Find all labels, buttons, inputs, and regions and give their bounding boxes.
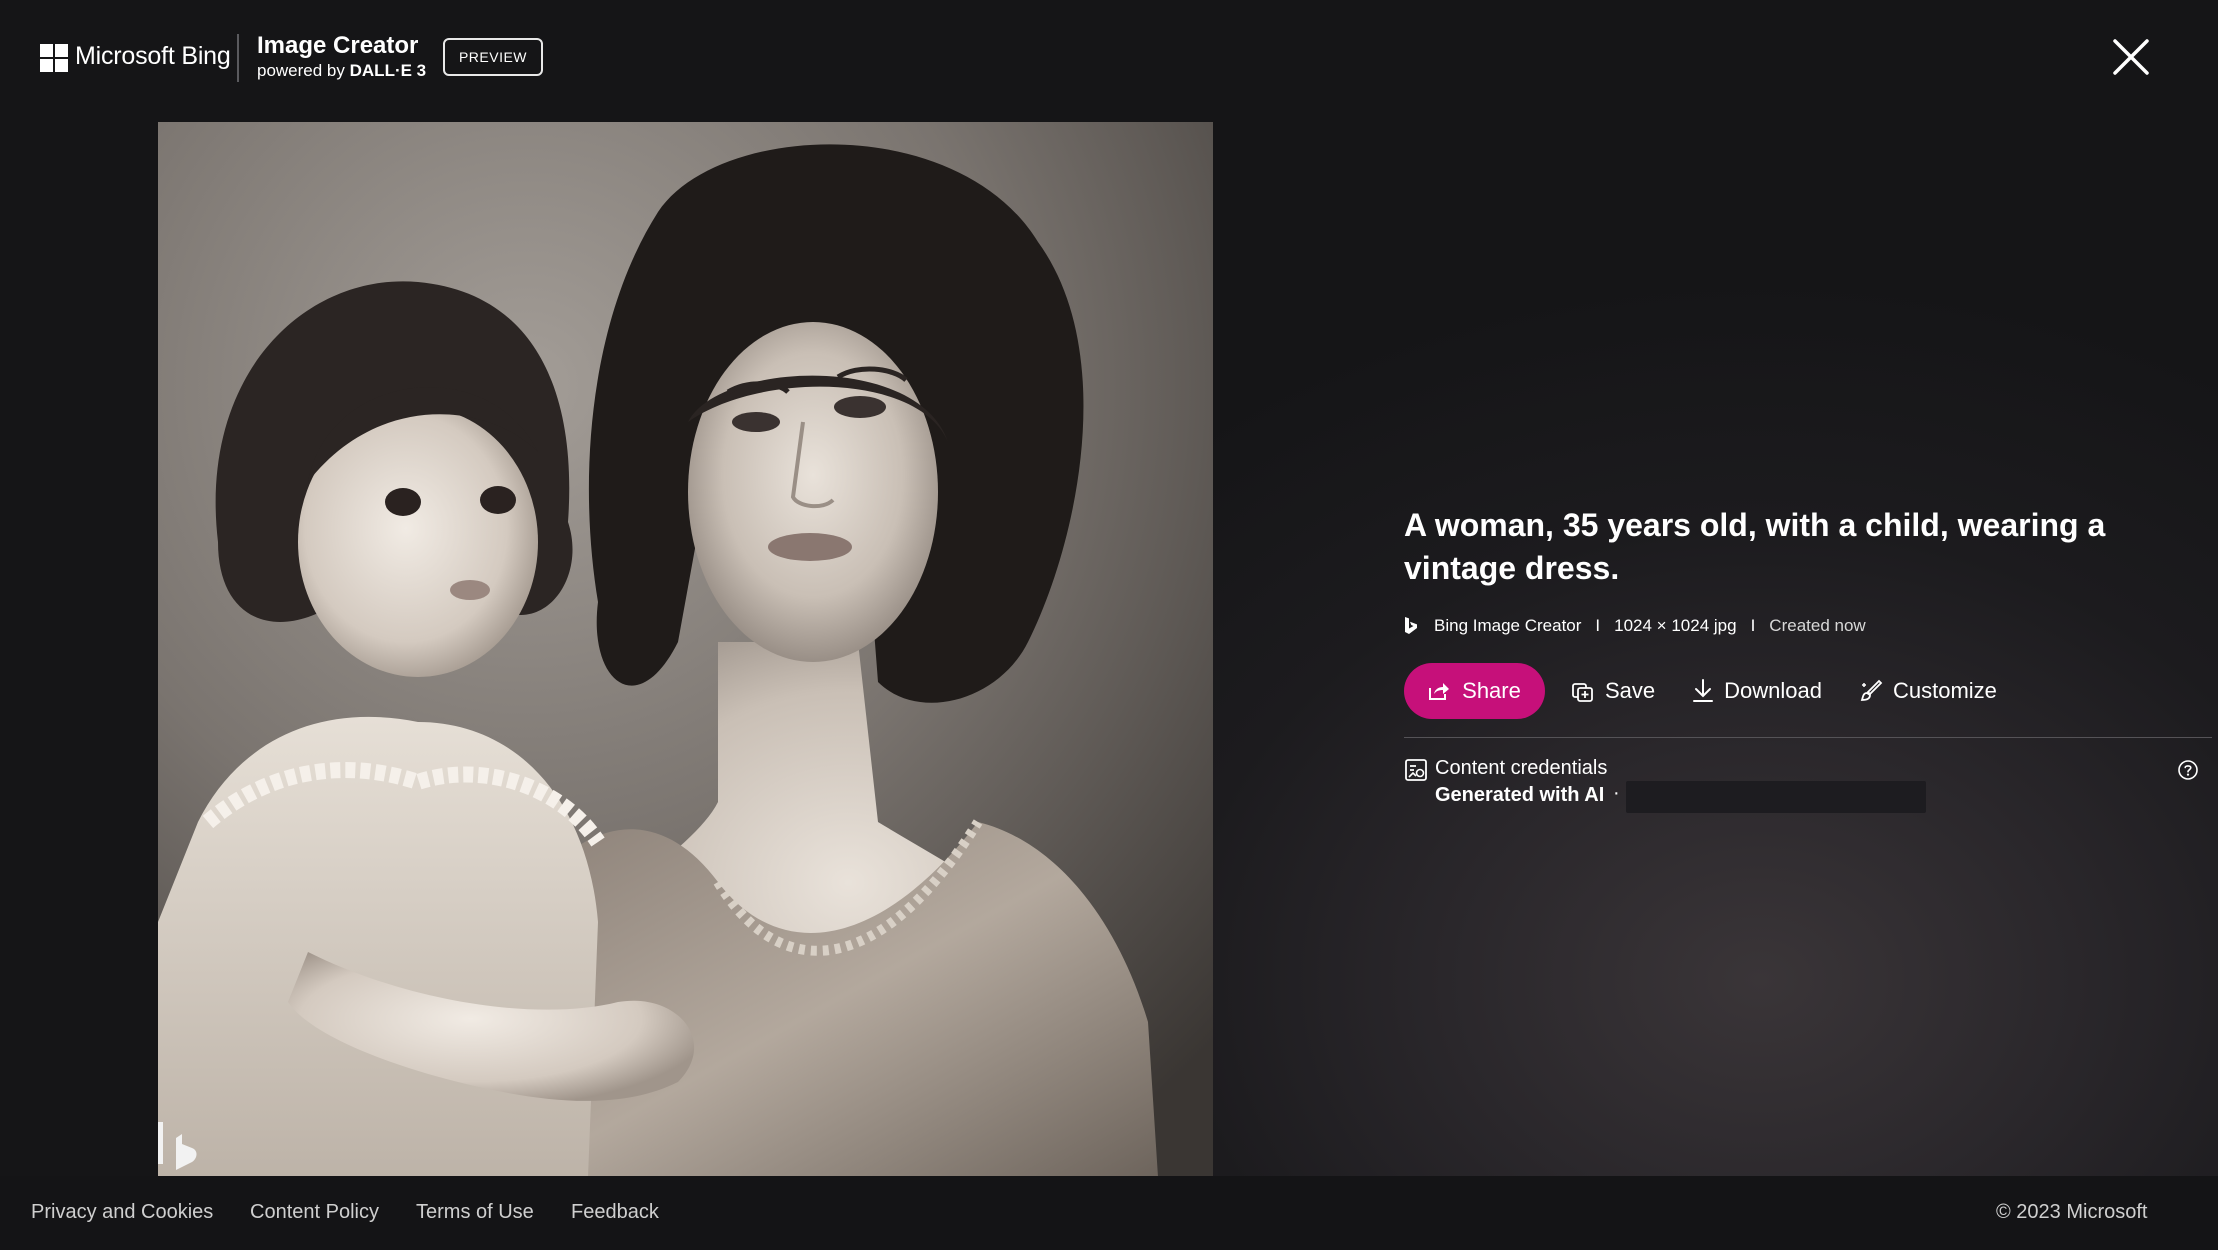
- product-title[interactable]: Image Creator: [257, 32, 418, 60]
- customize-label: Customize: [1893, 678, 1997, 703]
- content-credentials-redacted: [1626, 781, 1926, 813]
- close-button[interactable]: [2110, 36, 2152, 78]
- meta-dimensions: 1024 × 1024 jpg: [1614, 616, 1737, 635]
- copyright: © 2023 Microsoft: [1996, 1201, 2148, 1223]
- save-button[interactable]: Save: [1571, 678, 1655, 704]
- preview-badge: PREVIEW: [443, 38, 543, 76]
- download-label: Download: [1724, 678, 1822, 703]
- powered-by-prefix: powered by: [257, 61, 345, 80]
- save-collection-icon: [1572, 683, 1593, 702]
- powered-by-model: DALL·E 3: [349, 61, 427, 80]
- generated-image[interactable]: [158, 122, 1213, 1177]
- content-credentials-value: Generated with AI: [1435, 784, 1605, 806]
- content-credentials-dot: ·: [1613, 782, 1620, 804]
- download-icon: [1693, 679, 1714, 702]
- share-label: Share: [1462, 678, 1521, 703]
- meta-source: Bing Image Creator: [1434, 616, 1582, 635]
- save-label: Save: [1605, 678, 1656, 703]
- bing-icon: [1405, 617, 1417, 634]
- meta-separator: I: [1595, 616, 1601, 635]
- meta-created: Created now: [1769, 616, 1866, 635]
- section-divider: [1404, 737, 2212, 738]
- header-divider: [237, 34, 239, 82]
- header: Microsoft Bing Image Creator powered by …: [0, 0, 2218, 118]
- microsoft-logo-icon[interactable]: [40, 44, 68, 72]
- image-meta: Bing Image Creator I 1024 × 1024 jpg I C…: [1404, 612, 1866, 640]
- brand-name[interactable]: Microsoft Bing: [75, 42, 231, 71]
- content-credentials-label: Content credentials: [1435, 757, 1608, 779]
- footer-link-terms[interactable]: Terms of Use: [416, 1201, 534, 1224]
- meta-separator: I: [1750, 616, 1756, 635]
- close-icon: [2113, 39, 2149, 75]
- help-icon[interactable]: [2177, 759, 2199, 786]
- footer-link-privacy[interactable]: Privacy and Cookies: [31, 1201, 213, 1224]
- image-prompt-title: A woman, 35 years old, with a child, wea…: [1404, 507, 2106, 586]
- customize-brush-icon: [1860, 679, 1883, 701]
- footer: Privacy and Cookies Content Policy Terms…: [0, 1176, 2218, 1250]
- action-bar: Share Save Download Customize: [1404, 663, 2034, 719]
- share-button[interactable]: Share: [1404, 663, 1545, 719]
- share-icon: [1429, 683, 1450, 700]
- generated-image-graphic: [158, 122, 1213, 1177]
- powered-by: powered by DALL·E 3: [257, 61, 426, 81]
- download-button[interactable]: Download: [1692, 678, 1822, 704]
- customize-button[interactable]: Customize: [1859, 678, 1997, 704]
- footer-link-content-policy[interactable]: Content Policy: [250, 1201, 379, 1224]
- content-credentials-icon: [1404, 758, 1428, 787]
- footer-link-feedback[interactable]: Feedback: [571, 1201, 659, 1224]
